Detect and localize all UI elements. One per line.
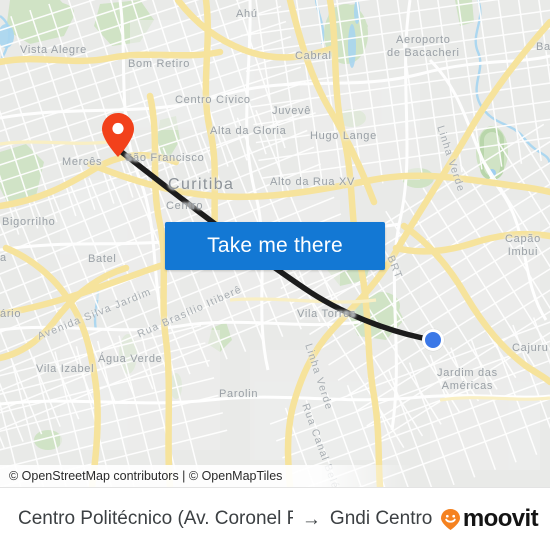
moovit-pin-icon [440,508,461,531]
moovit-wordmark: moovit [462,505,539,532]
route-endpoints: Centro Politécnico (Av. Coronel Fra… → G… [18,508,440,530]
map-canvas[interactable]: Ahú Aeroporto de Bacacheri Vista Alegre Cab… [0,0,550,487]
arrow-right-icon: → [301,508,321,530]
moovit-logo[interactable]: moovit [440,505,539,533]
current-location-dot-icon[interactable] [422,329,444,351]
route-destination-label: Gndi Centro … [329,508,440,529]
destination-pin-icon[interactable] [101,112,135,158]
route-summary-bar: Centro Politécnico (Av. Coronel Fra… → G… [0,487,550,550]
route-origin-label: Centro Politécnico (Av. Coronel Fra… [18,508,293,529]
take-me-there-button[interactable]: Take me there [165,222,385,270]
app-root: Ahú Aeroporto de Bacacheri Vista Alegre Cab… [0,0,550,550]
